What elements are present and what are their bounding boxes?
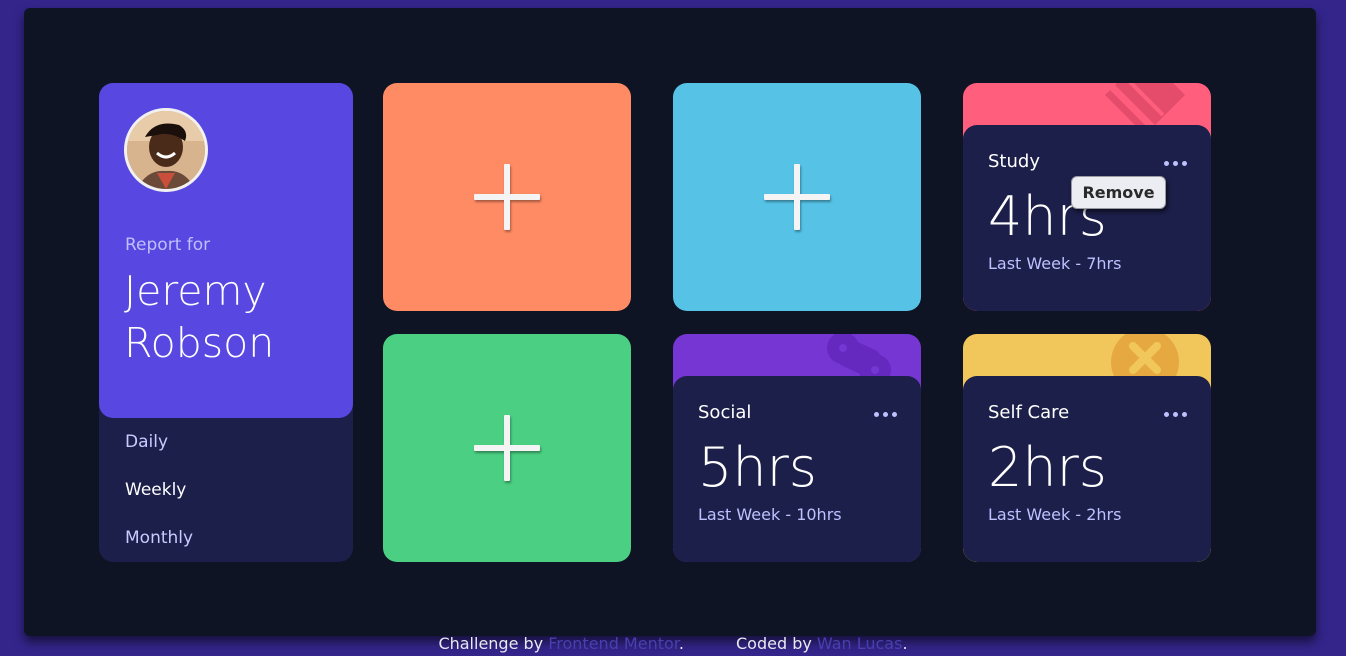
activity-current-hours: 2hrs (988, 436, 1107, 499)
footer-coded-suffix: . (902, 634, 908, 653)
more-options-icon[interactable] (1164, 412, 1187, 417)
activity-body: Study 4hrs Last Week - 7hrs (963, 125, 1211, 311)
author-link[interactable]: Wan Lucas (817, 634, 903, 653)
activity-previous-hours: Last Week - 7hrs (988, 254, 1122, 273)
period-monthly-button[interactable]: Monthly (125, 528, 193, 548)
plus-icon (474, 415, 540, 481)
user-first-name: Jeremy (124, 267, 267, 315)
period-weekly-button[interactable]: Weekly (125, 480, 186, 500)
activity-title: Self Care (988, 402, 1070, 423)
user-last-name: Robson (124, 319, 275, 367)
activity-body: Social 5hrs Last Week - 10hrs (673, 376, 921, 562)
plus-icon (764, 164, 830, 230)
remove-button[interactable]: Remove (1071, 176, 1166, 209)
user-name: Jeremy Robson (124, 265, 344, 369)
activity-body: Self Care 2hrs Last Week - 2hrs (963, 376, 1211, 562)
more-options-icon[interactable] (874, 412, 897, 417)
footer-coded-text: Coded by (735, 634, 817, 653)
activity-previous-hours: Last Week - 2hrs (988, 505, 1122, 524)
plus-icon (474, 164, 540, 230)
activity-previous-hours: Last Week - 10hrs (698, 505, 842, 524)
add-activity-card[interactable] (383, 83, 631, 311)
footer-challenge-suffix: . (678, 634, 684, 653)
footer-challenge-text: Challenge by (438, 634, 549, 653)
user-avatar (124, 108, 208, 192)
report-for-label: Report for (125, 235, 211, 255)
activity-card-social: Social 5hrs Last Week - 10hrs (673, 334, 921, 562)
period-daily-button[interactable]: Daily (125, 432, 168, 452)
activity-card-self-care: Self Care 2hrs Last Week - 2hrs (963, 334, 1211, 562)
activity-current-hours: 5hrs (698, 436, 817, 499)
activity-title: Social (698, 402, 752, 423)
add-activity-card[interactable] (383, 334, 631, 562)
more-options-icon[interactable] (1164, 161, 1187, 166)
footer: Challenge by Frontend Mentor. Coded by Wa… (0, 634, 1346, 653)
add-activity-card[interactable] (673, 83, 921, 311)
profile-header: Report for Jeremy Robson (99, 83, 353, 418)
frontend-mentor-link[interactable]: Frontend Mentor (548, 634, 679, 653)
activity-title: Study (988, 151, 1040, 172)
profile-card: Report for Jeremy Robson Daily Weekly Mo… (99, 83, 353, 562)
